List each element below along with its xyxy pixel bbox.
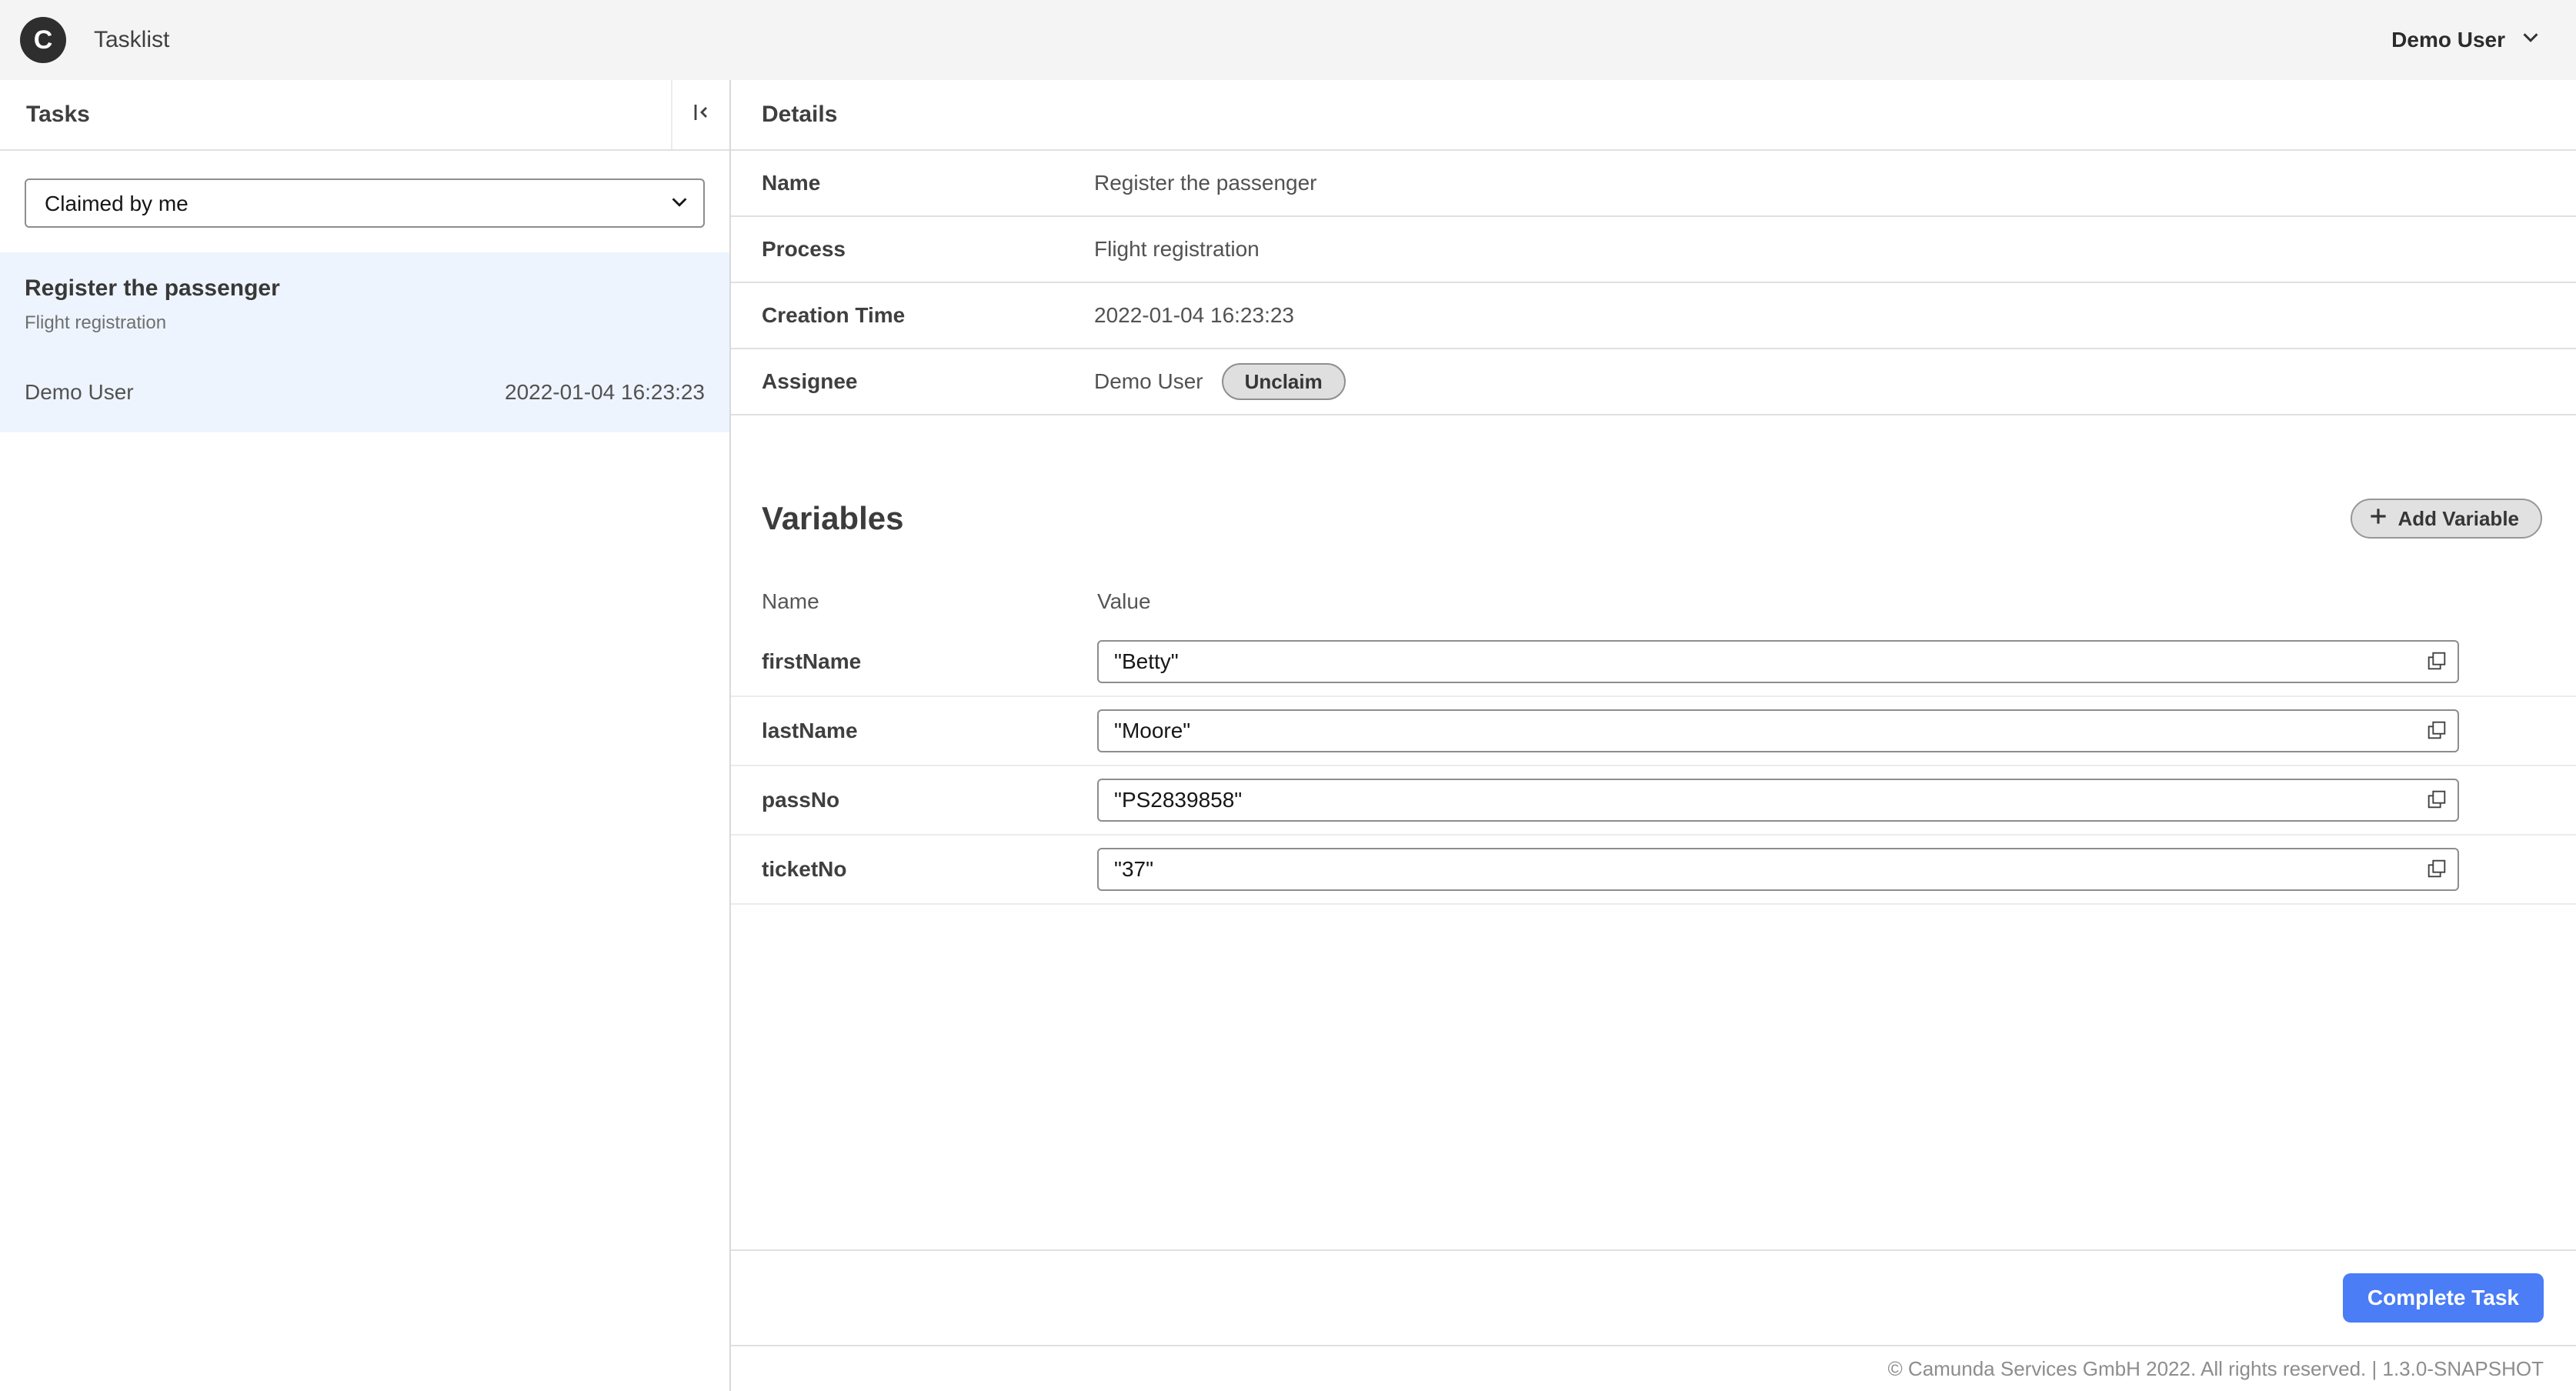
detail-label: Process: [762, 237, 846, 261]
variable-name: passNo: [762, 788, 840, 812]
open-editor-icon[interactable]: [2425, 719, 2448, 748]
tasklist-app: C Tasklist Demo User Tasks Claimed by me…: [0, 0, 2576, 1391]
copyright-text: © Camunda Services GmbH 2022. All rights…: [1887, 1356, 2544, 1380]
app-title: Tasklist: [94, 27, 170, 52]
detail-value: Register the passenger: [1094, 171, 1317, 195]
detail-value: 2022-01-04 16:23:23: [1094, 303, 1294, 327]
task-item-creation-time: 2022-01-04 16:23:23: [505, 380, 705, 404]
detail-row-process: Process Flight registration: [731, 217, 2576, 283]
variables-title: Variables: [762, 500, 904, 536]
user-name: Demo User: [2391, 28, 2505, 52]
add-variable-button[interactable]: Add Variable: [2350, 499, 2542, 539]
variable-value-wrap: [1097, 640, 2459, 683]
detail-value: Flight registration: [1094, 237, 1260, 261]
detail-label: Creation Time: [762, 303, 906, 327]
variable-name: firstName: [762, 649, 862, 673]
tasks-panel-title: Tasks: [26, 102, 90, 127]
variables-header: Variables Add Variable: [731, 499, 2576, 539]
variable-value-input[interactable]: [1097, 779, 2459, 822]
variable-value-wrap: [1097, 779, 2459, 822]
task-item-assignee: Demo User: [25, 380, 134, 404]
column-header-name: Name: [762, 589, 819, 613]
variable-row-passNo: passNo: [731, 766, 2576, 836]
details-panel-title: Details: [762, 102, 838, 127]
open-editor-icon[interactable]: [2425, 857, 2448, 886]
plus-icon: [2367, 505, 2389, 532]
details-panel: Details Name Register the passenger Proc…: [731, 80, 2576, 1391]
variable-value-input[interactable]: [1097, 848, 2459, 891]
unclaim-button[interactable]: Unclaim: [1221, 363, 1346, 400]
variable-value-input[interactable]: [1097, 640, 2459, 683]
detail-row-assignee: Assignee Demo User Unclaim: [731, 349, 2576, 415]
page-footer: © Camunda Services GmbH 2022. All rights…: [731, 1345, 2576, 1391]
task-filter: Claimed by me: [25, 178, 705, 228]
task-item-process: Flight registration: [25, 312, 167, 333]
variable-value-wrap: [1097, 848, 2459, 891]
column-header-value: Value: [1097, 589, 1151, 613]
camunda-logo-icon: C: [20, 17, 66, 63]
detail-row-name: Name Register the passenger: [731, 151, 2576, 217]
detail-label: Assignee: [762, 369, 858, 393]
collapse-panel-icon: [689, 100, 713, 130]
variable-row-ticketNo: ticketNo: [731, 836, 2576, 905]
task-filter-select[interactable]: Claimed by me: [25, 178, 705, 228]
chevron-down-icon: [2519, 26, 2542, 55]
open-editor-icon[interactable]: [2425, 649, 2448, 679]
collapse-panel-button[interactable]: [671, 80, 729, 149]
detail-label: Name: [762, 171, 821, 195]
variable-value-input[interactable]: [1097, 709, 2459, 752]
tasks-panel-header: Tasks: [0, 80, 729, 151]
task-actions-bar: Complete Task: [731, 1249, 2576, 1345]
variables-table-header: Name Value: [731, 575, 2576, 628]
tasks-panel: Tasks Claimed by me Register the passeng…: [0, 80, 731, 1391]
variable-name: lastName: [762, 719, 858, 742]
details-panel-header: Details: [731, 80, 2576, 151]
task-item-name: Register the passenger: [25, 275, 280, 301]
detail-row-creation-time: Creation Time 2022-01-04 16:23:23: [731, 283, 2576, 349]
variable-name: ticketNo: [762, 857, 847, 881]
variable-value-wrap: [1097, 709, 2459, 752]
variable-row-firstName: firstName: [731, 628, 2576, 697]
assignee-value: Demo User: [1094, 369, 1203, 393]
complete-task-button[interactable]: Complete Task: [2342, 1273, 2544, 1323]
add-variable-label: Add Variable: [2397, 506, 2520, 530]
top-bar: C Tasklist Demo User: [0, 0, 2576, 80]
task-list-item[interactable]: Register the passenger Flight registrati…: [0, 252, 729, 432]
detail-value: Demo User Unclaim: [1094, 363, 1346, 400]
camunda-logo-letter: C: [33, 25, 53, 55]
open-editor-icon[interactable]: [2425, 788, 2448, 817]
main-split: Tasks Claimed by me Register the passeng…: [0, 80, 2576, 1391]
task-item-meta: Demo User 2022-01-04 16:23:23: [25, 380, 705, 405]
variable-row-lastName: lastName: [731, 697, 2576, 766]
user-menu[interactable]: Demo User: [2391, 26, 2542, 55]
